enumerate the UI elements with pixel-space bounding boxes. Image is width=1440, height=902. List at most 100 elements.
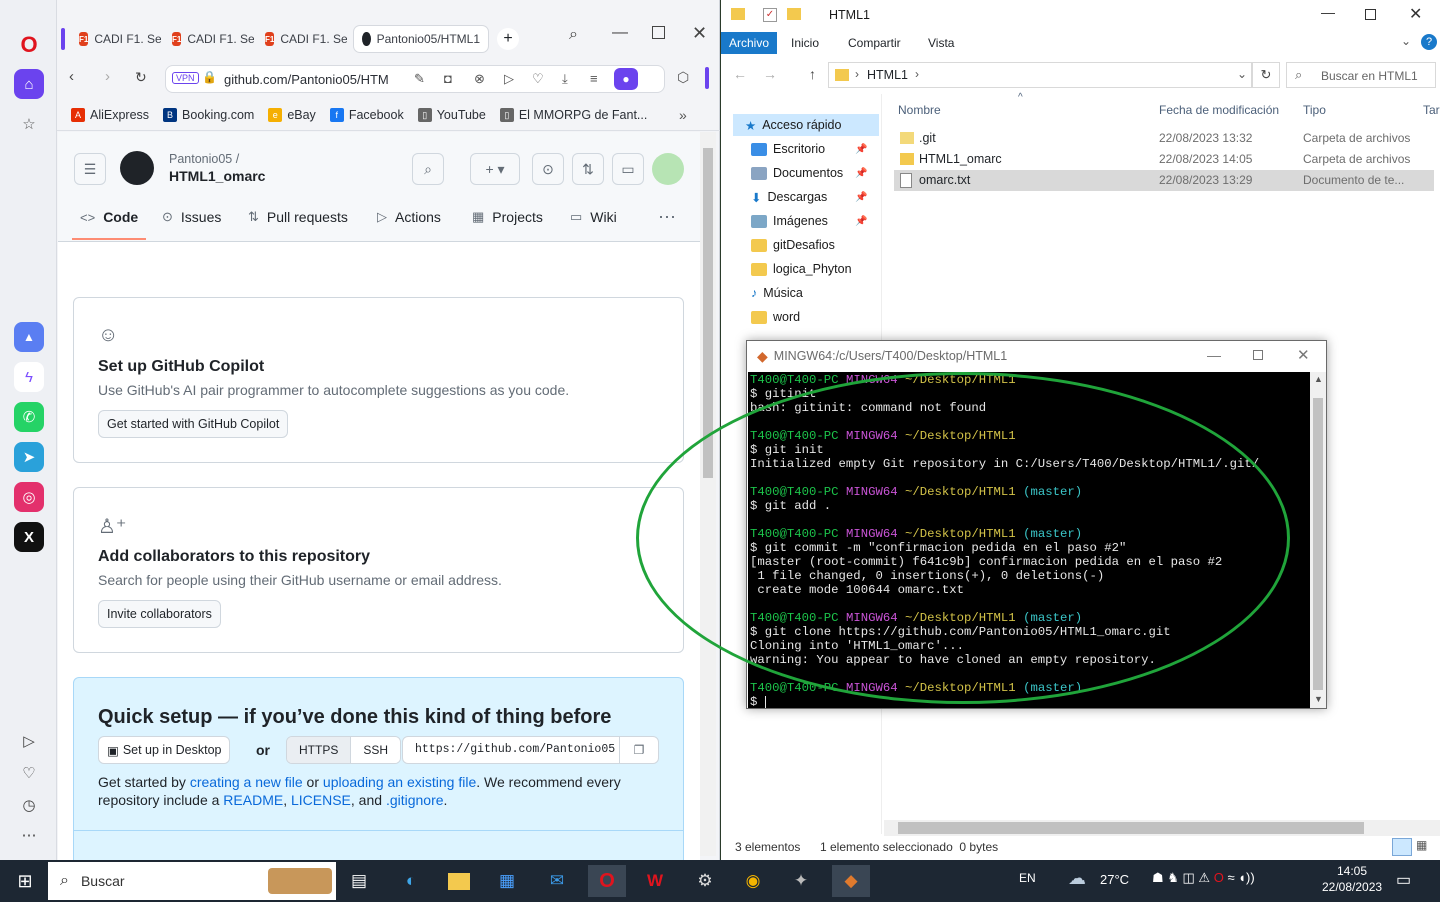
close-icon[interactable]: ✕ (692, 23, 707, 44)
home-icon[interactable]: ⌂ (14, 69, 44, 99)
new-tab-icon[interactable]: + (497, 28, 519, 50)
issues-icon[interactable]: ⊙ (532, 153, 564, 185)
column-tamano[interactable]: Tar (1423, 103, 1440, 117)
tab-wiki[interactable]: ▭ Wiki (570, 202, 617, 232)
help-icon[interactable]: ? (1421, 34, 1437, 50)
file-row-selected[interactable]: omarc.txt 22/08/2023 13:29 Documento de … (894, 170, 1434, 191)
readme-link[interactable]: README (223, 792, 283, 808)
back-icon[interactable]: ‹ (69, 68, 74, 85)
close-icon[interactable]: ✕ (1297, 346, 1310, 364)
invite-collaborators-button[interactable]: Invite collaborators (98, 600, 221, 628)
opera-taskbar-icon[interactable]: O (588, 865, 626, 897)
new-folder-icon[interactable] (787, 8, 801, 20)
minimize-icon[interactable]: — (1321, 4, 1335, 20)
minimize-icon[interactable]: — (1207, 347, 1221, 363)
terminal-scrollbar[interactable]: ▲ ▼ (1310, 372, 1326, 708)
scroll-down-icon[interactable]: ▼ (1314, 694, 1323, 704)
nav-escritorio[interactable]: Escritorio 📌 (751, 138, 867, 160)
forward-icon[interactable]: → (763, 66, 777, 82)
x-twitter-icon[interactable]: X (14, 522, 44, 552)
whatsapp-icon[interactable]: ✆ (14, 402, 44, 432)
refresh-icon[interactable]: ↻ (1252, 62, 1280, 88)
path-text[interactable]: HTML1 (867, 68, 908, 82)
copy-icon[interactable]: ❐ (619, 736, 659, 764)
nav-documentos[interactable]: Documentos 📌 (751, 162, 867, 184)
camera-icon[interactable]: ◘ (444, 71, 452, 86)
repo-owner[interactable]: Pantonio05 / (169, 152, 239, 166)
heart-bookmark-icon[interactable]: ♡ (532, 71, 544, 87)
back-icon[interactable]: ← (733, 66, 747, 82)
tray-icons[interactable]: ☗ ♞ ◫ ⚠ O ≈ ◖)) (1152, 870, 1255, 886)
tab-cadi-2[interactable]: F1 CADI F1. Se (164, 26, 254, 52)
reload-icon[interactable]: ↻ (135, 69, 147, 86)
app-icon[interactable]: ✦ (782, 865, 820, 897)
player-icon[interactable]: ▷ (14, 726, 44, 756)
ribbon-vista[interactable]: Vista (928, 36, 954, 50)
bookmark-facebook[interactable]: f Facebook (329, 108, 404, 122)
weather-temp[interactable]: 27°C (1100, 872, 1129, 887)
vpn-badge[interactable]: VPN (172, 72, 199, 84)
tab-actions[interactable]: ▷ Actions (377, 202, 441, 232)
download-icon[interactable]: ⤓ (562, 71, 568, 87)
avatar[interactable] (652, 153, 684, 185)
file-explorer-taskbar-icon[interactable] (440, 865, 478, 897)
notifications-icon[interactable]: ▭ (1396, 870, 1411, 890)
chrome-icon[interactable]: ◉ (734, 865, 772, 897)
forward-icon[interactable]: › (105, 68, 110, 85)
column-fecha[interactable]: Fecha de modificación (1159, 103, 1279, 117)
copilot-button[interactable]: Get started with GitHub Copilot (98, 410, 289, 438)
nav-logica-phyton[interactable]: logica_Phyton (751, 258, 852, 280)
clock[interactable]: 14:05 22/08/2023 (1322, 864, 1382, 894)
send-icon[interactable]: ▷ (504, 71, 514, 87)
tab-issues[interactable]: ⊙ Issues (162, 202, 221, 232)
scrollbar-thumb[interactable] (703, 148, 713, 478)
chevron-down-icon[interactable]: ⌄ (1237, 67, 1247, 81)
maximize-icon[interactable] (1253, 350, 1263, 360)
instagram-icon[interactable]: ◎ (14, 482, 44, 512)
tiles-view-icon[interactable]: ▦ (1416, 838, 1434, 856)
nav-quick-access[interactable]: ★ Acceso rápido (733, 114, 879, 136)
bookmarks-overflow-icon[interactable]: » (679, 107, 687, 123)
opera-logo-icon[interactable]: O (14, 30, 44, 60)
messenger-icon[interactable]: ϟ (14, 362, 44, 392)
github-logo-icon[interactable] (120, 151, 154, 185)
url-box[interactable]: VPN 🔒 github.com/Pantonio05/HTM ✎ ◘ ⊗ ▷ … (165, 65, 665, 93)
easy-setup-icon[interactable]: ≡ (590, 71, 598, 86)
inbox-icon[interactable]: ▭ (612, 153, 644, 185)
hamburger-icon[interactable]: ☰ (74, 153, 106, 185)
license-link[interactable]: LICENSE (291, 792, 351, 808)
scrollbar-thumb[interactable] (1313, 398, 1323, 690)
file-row[interactable]: HTML1_omarc 22/08/2023 14:05 Carpeta de … (894, 149, 1434, 170)
more-tabs-icon[interactable]: ⋯ (658, 202, 676, 232)
details-view-icon[interactable] (1392, 838, 1412, 856)
telegram-icon[interactable]: ➤ (14, 442, 44, 472)
properties-icon[interactable]: ✓ (763, 8, 777, 22)
clone-url-field[interactable]: https://github.com/Pantonio05 (402, 736, 620, 764)
tab-cadi-1[interactable]: F1 CADI F1. Se (71, 26, 161, 52)
create-new-file-link[interactable]: creating a new file (190, 774, 303, 790)
search-box[interactable]: ⌕ Buscar en HTML1 (1286, 62, 1436, 88)
star-icon[interactable]: ☆ (14, 109, 44, 139)
mail-icon[interactable]: ✉ (538, 865, 576, 897)
https-toggle[interactable]: HTTPS (287, 737, 352, 763)
language-indicator[interactable]: EN (1019, 871, 1036, 885)
maximize-icon[interactable] (652, 26, 665, 39)
windows-start-icon[interactable]: ⊞ (6, 865, 44, 897)
bookmark-aliexpress[interactable]: A AliExpress (71, 108, 149, 122)
nav-musica[interactable]: ♪ Música (751, 282, 803, 304)
ssh-toggle[interactable]: SSH (351, 737, 401, 763)
path-box[interactable]: › HTML1 › ⌄ (828, 62, 1252, 88)
expand-ribbon-icon[interactable]: ⌄ (1401, 34, 1411, 48)
history-icon[interactable]: ◷ (14, 790, 44, 820)
wps-icon[interactable]: W (636, 865, 674, 897)
edit-icon[interactable]: ✎ (414, 71, 425, 87)
close-icon[interactable]: ✕ (1409, 4, 1422, 24)
setup-desktop-button[interactable]: ▣ Set up in Desktop (98, 736, 231, 764)
file-row[interactable]: .git 22/08/2023 13:32 Carpeta de archivo… (894, 128, 1434, 149)
page-scrollbar[interactable] (700, 132, 716, 856)
tab-cadi-3[interactable]: F1 CADI F1. Se (257, 26, 347, 52)
ribbon-archivo[interactable]: Archivo (721, 32, 777, 54)
more-icon[interactable]: ⋯ (14, 820, 44, 850)
search-tabs-icon[interactable]: ⌕ (569, 26, 578, 44)
nav-gitdesafios[interactable]: gitDesafios (751, 234, 835, 256)
